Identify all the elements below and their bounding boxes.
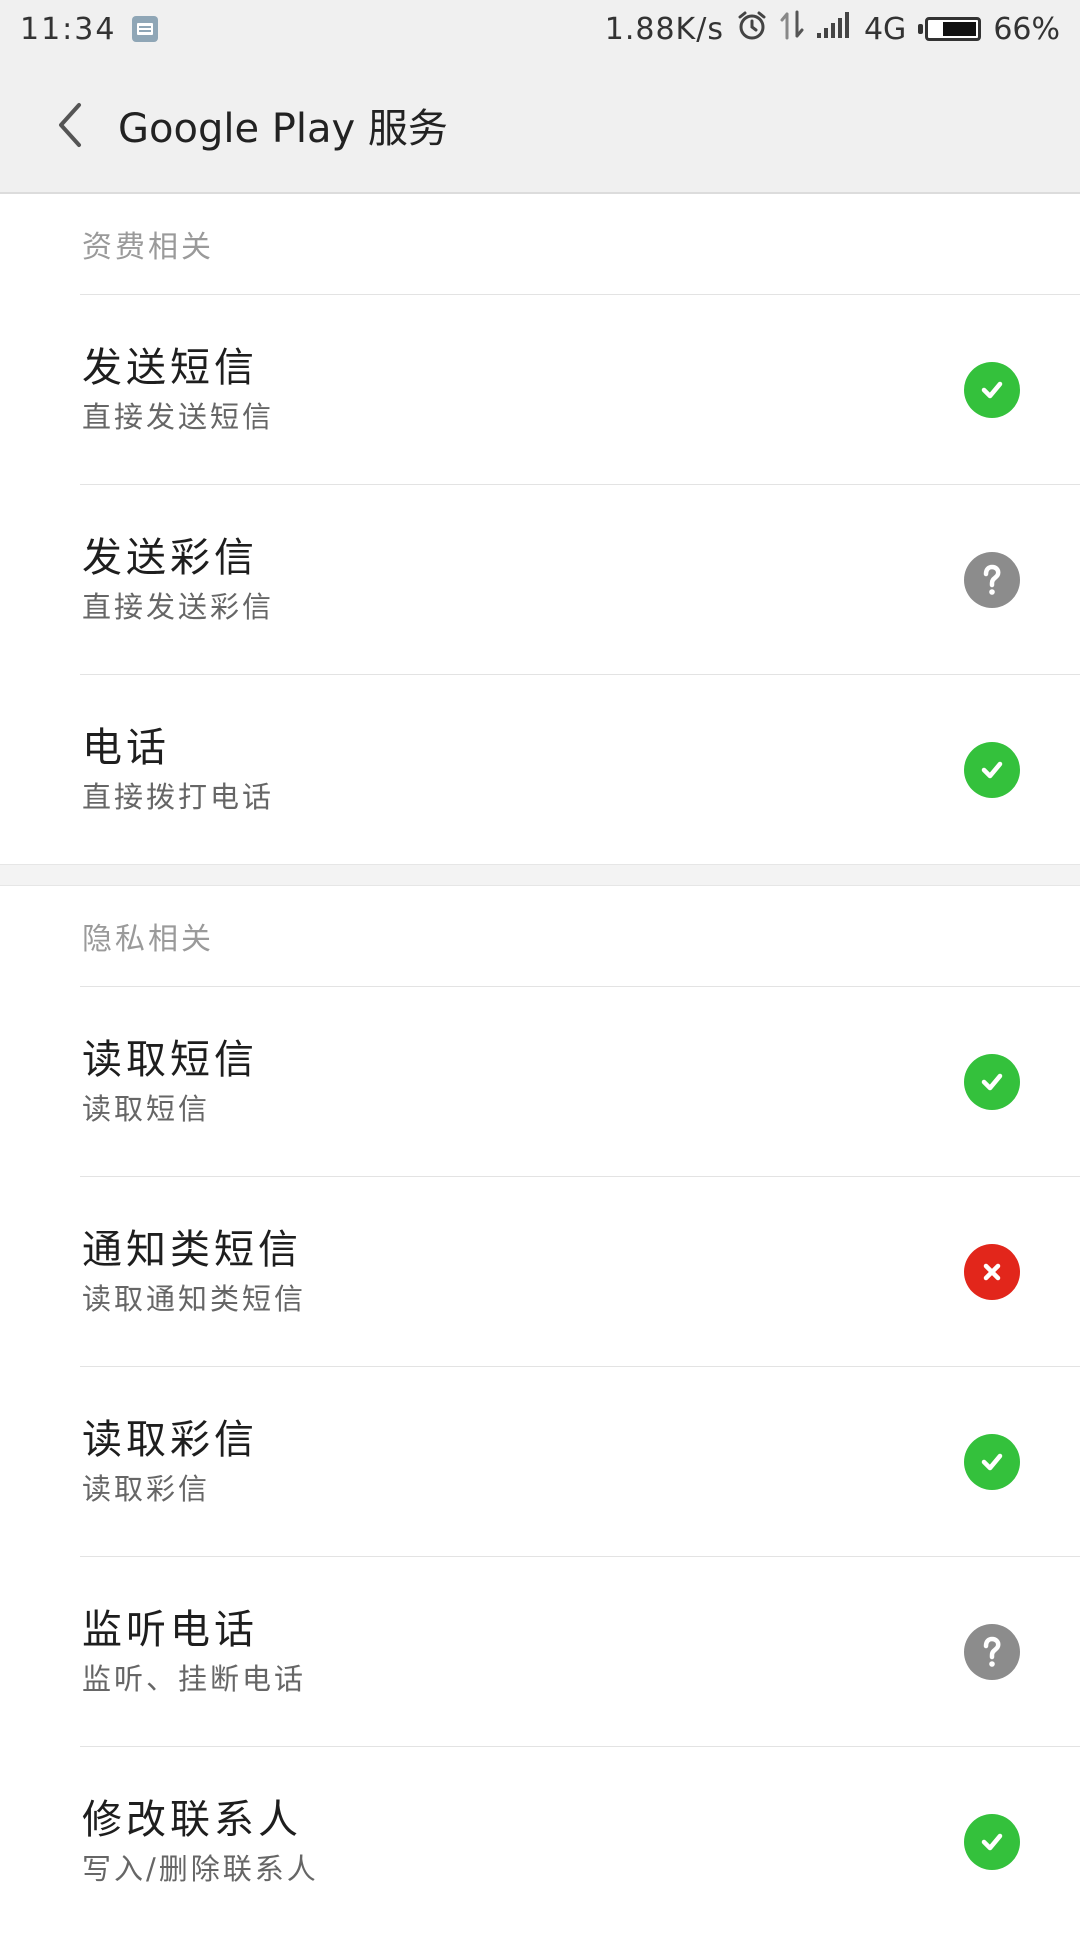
row-subtitle: 直接拨打电话 xyxy=(82,779,275,814)
section-divider xyxy=(0,864,1080,886)
row-subtitle: 读取短信 xyxy=(82,1091,211,1126)
notification-icon xyxy=(132,16,159,42)
data-transfer-icon xyxy=(780,10,804,48)
section-header-charges: 资费相关 xyxy=(82,230,214,265)
row-subtitle: 写入/删除联系人 xyxy=(82,1851,319,1886)
row-text: 通知类短信 读取通知类短信 xyxy=(82,1224,306,1320)
battery-percent: 66% xyxy=(993,11,1060,47)
row-title: 发送彩信 xyxy=(82,534,258,581)
status-left: 11:34 xyxy=(20,11,159,47)
row-title: 发送短信 xyxy=(82,344,258,391)
row-title: 通知类短信 xyxy=(82,1226,302,1273)
check-icon[interactable] xyxy=(964,1433,1020,1490)
permission-row-monitor-calls[interactable]: 监听电话 监听、挂断电话 xyxy=(80,1556,1080,1746)
check-icon[interactable] xyxy=(964,1053,1020,1110)
row-title: 读取短信 xyxy=(82,1036,258,1083)
row-subtitle: 监听、挂断电话 xyxy=(82,1661,307,1696)
permission-row-phone[interactable]: 电话 直接拨打电话 xyxy=(80,674,1080,864)
permission-row-modify-contacts[interactable]: 修改联系人 写入/删除联系人 xyxy=(80,1746,1080,1936)
battery-icon xyxy=(918,17,982,41)
check-icon[interactable] xyxy=(964,741,1020,798)
row-title: 电话 xyxy=(82,724,170,771)
row-subtitle: 读取彩信 xyxy=(82,1471,211,1506)
permission-row-notification-sms[interactable]: 通知类短信 读取通知类短信 xyxy=(80,1176,1080,1366)
section-header-privacy: 隐私相关 xyxy=(82,922,214,957)
back-button[interactable] xyxy=(40,95,100,155)
chevron-left-icon xyxy=(59,103,81,147)
row-subtitle: 读取通知类短信 xyxy=(82,1281,307,1316)
network-speed: 1.88K/s xyxy=(604,11,724,47)
status-time: 11:34 xyxy=(20,11,117,47)
row-title: 监听电话 xyxy=(82,1606,258,1653)
row-text: 读取短信 读取短信 xyxy=(82,1034,258,1130)
row-text: 读取彩信 读取彩信 xyxy=(82,1414,258,1510)
status-right: 1.88K/s 4G 66% xyxy=(605,9,1060,49)
status-bar: 11:34 1.88K/s 4G 66% xyxy=(0,0,1080,58)
page-title: Google Play 服务 xyxy=(118,106,448,152)
row-text: 发送彩信 直接发送彩信 xyxy=(82,532,274,628)
question-icon[interactable] xyxy=(964,1623,1020,1680)
row-text: 修改联系人 写入/删除联系人 xyxy=(82,1794,319,1890)
check-icon[interactable] xyxy=(964,361,1020,418)
question-icon[interactable] xyxy=(964,551,1020,608)
signal-icon xyxy=(816,11,852,47)
row-text: 发送短信 直接发送短信 xyxy=(82,342,274,438)
row-subtitle: 直接发送彩信 xyxy=(82,589,275,624)
permission-row-read-sms[interactable]: 读取短信 读取短信 xyxy=(80,986,1080,1176)
toolbar: Google Play 服务 xyxy=(0,58,1080,194)
alarm-icon xyxy=(736,9,768,49)
permission-row-send-mms[interactable]: 发送彩信 直接发送彩信 xyxy=(80,484,1080,674)
row-title: 读取彩信 xyxy=(82,1416,258,1463)
permission-list: 资费相关 发送短信 直接发送短信 发送彩信 直接发送彩信 电话 直接拨打电话 隐… xyxy=(0,194,1080,1936)
row-title: 修改联系人 xyxy=(82,1796,302,1843)
cross-icon[interactable] xyxy=(964,1243,1020,1300)
permission-row-send-sms[interactable]: 发送短信 直接发送短信 xyxy=(80,294,1080,484)
network-type: 4G xyxy=(863,11,907,47)
check-icon[interactable] xyxy=(964,1813,1020,1870)
row-subtitle: 直接发送短信 xyxy=(82,399,275,434)
row-text: 监听电话 监听、挂断电话 xyxy=(82,1604,306,1700)
permission-row-read-mms[interactable]: 读取彩信 读取彩信 xyxy=(80,1366,1080,1556)
row-text: 电话 直接拨打电话 xyxy=(82,722,274,818)
